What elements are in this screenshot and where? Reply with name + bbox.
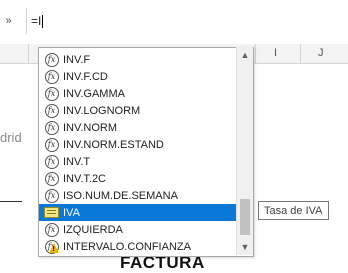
- autocomplete-item-label: INV.NORM: [63, 121, 117, 134]
- function-icon: fx: [43, 51, 60, 68]
- autocomplete-item[interactable]: fx ISO.NUM.DE.SEMANA: [39, 187, 237, 204]
- defined-name-icon: [43, 204, 60, 221]
- formula-input[interactable]: =I: [31, 11, 44, 31]
- column-header-i[interactable]: I: [274, 47, 277, 59]
- function-icon: fx: [43, 85, 60, 102]
- formula-bar-area: » =I: [0, 0, 348, 45]
- function-icon: fx: [43, 136, 60, 153]
- autocomplete-item[interactable]: fx INV.F: [39, 51, 237, 68]
- formula-text: =I: [31, 14, 42, 28]
- text-caret: [42, 14, 44, 28]
- autocomplete-item[interactable]: fx! INTERVALO.CONFIANZA: [39, 238, 237, 255]
- function-icon: fx: [43, 119, 60, 136]
- autocomplete-item-label: IVA: [63, 206, 80, 219]
- autocomplete-item[interactable]: fx INV.GAMMA: [39, 85, 237, 102]
- autocomplete-item-label: INV.T: [63, 155, 91, 168]
- autocomplete-scrollbar[interactable]: ▲ ▼: [236, 47, 253, 255]
- autocomplete-item-label: INV.LOGNORM: [63, 104, 141, 117]
- autocomplete-item-label: INV.F: [63, 53, 91, 66]
- autocomplete-item-label: INV.GAMMA: [63, 87, 125, 100]
- autocomplete-item[interactable]: fx INV.T.2C: [39, 170, 237, 187]
- autocomplete-item-label: INV.T.2C: [63, 172, 107, 185]
- compatibility-function-icon: fx!: [43, 238, 60, 255]
- autocomplete-item-label: INV.NORM.ESTAND: [63, 138, 164, 151]
- function-icon: fx: [43, 187, 60, 204]
- function-tooltip: Tasa de IVA: [258, 201, 329, 220]
- function-icon: fx: [43, 153, 60, 170]
- autocomplete-item[interactable]: fx IZQUIERDA: [39, 221, 237, 238]
- autocomplete-item-label: ISO.NUM.DE.SEMANA: [63, 189, 178, 202]
- autocomplete-item[interactable]: fx INV.NORM: [39, 119, 237, 136]
- column-divider: [255, 44, 256, 63]
- autocomplete-item[interactable]: fx INV.LOGNORM: [39, 102, 237, 119]
- function-icon: fx: [43, 170, 60, 187]
- autocomplete-item-selected[interactable]: IVA: [39, 204, 237, 221]
- autocomplete-item[interactable]: fx INV.T: [39, 153, 237, 170]
- cell-text-partial: drid: [0, 130, 22, 145]
- autocomplete-item-label: INV.F.CD: [63, 70, 108, 83]
- cell-border-line: [0, 201, 22, 202]
- function-icon: fx: [43, 221, 60, 238]
- autocomplete-item-label: INTERVALO.CONFIANZA: [63, 240, 191, 253]
- column-divider: [300, 44, 301, 63]
- autocomplete-item[interactable]: fx INV.NORM.ESTAND: [39, 136, 237, 153]
- function-icon: fx: [43, 68, 60, 85]
- function-icon: fx: [43, 102, 60, 119]
- column-header-j[interactable]: J: [318, 47, 324, 59]
- scrollbar-thumb[interactable]: [240, 199, 250, 235]
- scroll-up-arrow-icon[interactable]: ▲: [237, 48, 253, 62]
- formula-bar-divider: [26, 8, 27, 34]
- column-divider: [28, 44, 29, 63]
- namebox-expand-icon[interactable]: »: [0, 10, 19, 32]
- autocomplete-item[interactable]: fx INV.F.CD: [39, 68, 237, 85]
- autocomplete-item-label: IZQUIERDA: [63, 223, 123, 236]
- function-autocomplete-list[interactable]: fx INV.F fx INV.F.CD fx INV.GAMMA fx INV…: [38, 47, 254, 257]
- scroll-down-arrow-icon[interactable]: ▼: [237, 240, 253, 254]
